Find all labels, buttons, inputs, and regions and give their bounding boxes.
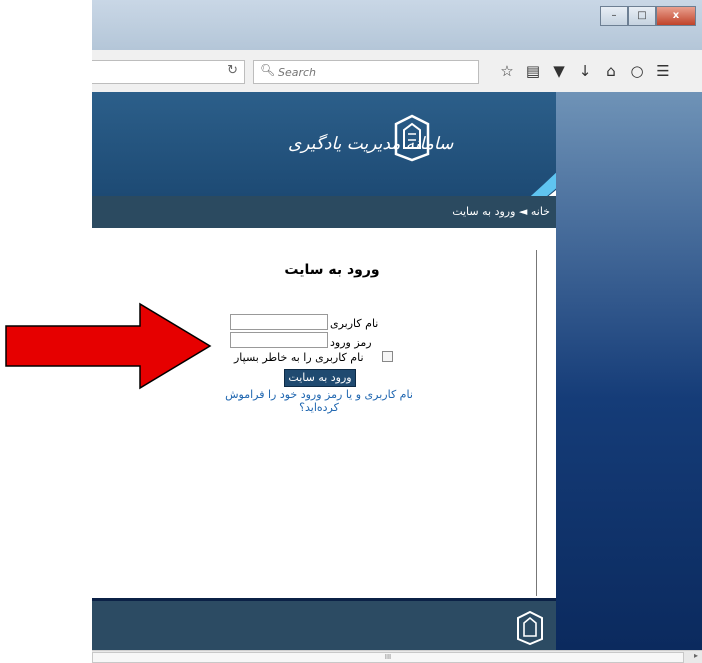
university-logo-icon xyxy=(394,114,430,162)
breadcrumb-bar: خانه ◄ ورود به سایت xyxy=(92,196,556,228)
page-title: ورود به سایت xyxy=(284,262,380,278)
password-label: رمز ورود xyxy=(330,336,372,349)
reload-icon[interactable]: ↻ xyxy=(227,63,238,78)
search-input[interactable] xyxy=(276,63,470,81)
toolbar-icons: ☆ ▤ ▼ ↓ ⌂ ○ ☰ xyxy=(494,60,676,82)
minimize-button[interactable]: – xyxy=(600,6,628,26)
search-icon: 🔍︎ xyxy=(260,63,276,77)
remember-label: نام کاربری را به خاطر بسپار xyxy=(234,351,364,364)
main-content: ورود به سایت نام کاربری رمز ورود نام کار… xyxy=(92,228,556,598)
username-label: نام کاربری xyxy=(330,317,379,330)
content-divider xyxy=(536,250,537,596)
url-bar[interactable]: ↻ xyxy=(92,60,245,84)
download-icon[interactable]: ↓ xyxy=(572,60,598,82)
pocket-icon[interactable]: ▼ xyxy=(546,60,572,82)
breadcrumb-separator: ◄ xyxy=(518,205,528,218)
reading-list-icon[interactable]: ▤ xyxy=(520,60,546,82)
menu-icon[interactable]: ☰ xyxy=(650,60,676,82)
search-box[interactable]: 🔍︎ xyxy=(253,60,479,84)
window-controls: – □ x xyxy=(600,6,696,26)
horizontal-scrollbar[interactable]: III ▸ xyxy=(92,650,702,663)
site-footer xyxy=(92,598,556,653)
window-titlebar: – □ x xyxy=(92,0,702,50)
username-field[interactable] xyxy=(230,314,328,330)
footer-logo-icon xyxy=(517,611,543,645)
right-side-panel xyxy=(556,92,702,650)
scrollbar-thumb[interactable]: III xyxy=(92,652,684,663)
chat-icon[interactable]: ○ xyxy=(624,60,650,82)
home-icon[interactable]: ⌂ xyxy=(598,60,624,82)
breadcrumb-current: ورود به سایت xyxy=(452,205,516,218)
site-banner: سامانه مدیریت یادگیری xyxy=(92,92,556,196)
login-button[interactable]: ورود به سایت xyxy=(284,369,356,387)
forgot-password-link[interactable]: نام کاربری و یا رمز ورود خود را فراموش ک… xyxy=(204,388,434,414)
breadcrumb-home[interactable]: خانه xyxy=(531,205,550,218)
remember-checkbox[interactable] xyxy=(382,351,393,362)
annotation-arrow-icon xyxy=(5,302,212,390)
maximize-button[interactable]: □ xyxy=(628,6,656,26)
close-button[interactable]: x xyxy=(656,6,696,26)
browser-toolbar: ↻ 🔍︎ ☆ ▤ ▼ ↓ ⌂ ○ ☰ xyxy=(92,50,702,93)
star-icon[interactable]: ☆ xyxy=(494,60,520,82)
password-field[interactable] xyxy=(230,332,328,348)
scroll-right-arrow-icon[interactable]: ▸ xyxy=(694,651,698,660)
breadcrumb: خانه ◄ ورود به سایت xyxy=(452,205,550,218)
